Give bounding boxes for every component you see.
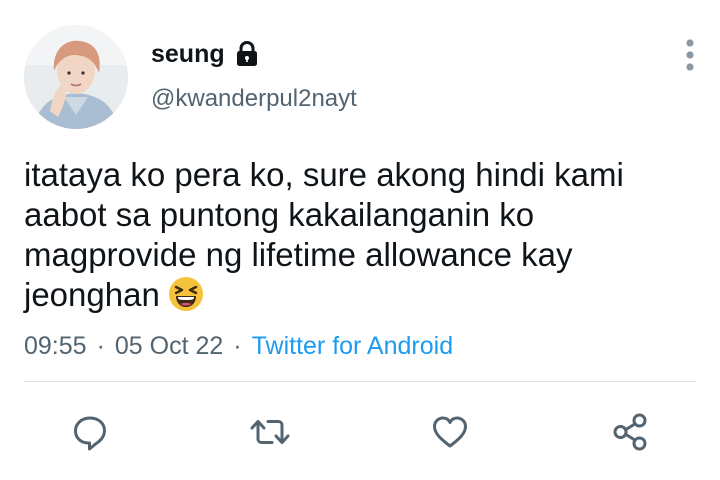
profile-photo [24,25,128,129]
tweet-time[interactable]: 09:55 [24,332,87,360]
user-handle[interactable]: @kwanderpul2nayt [151,84,357,114]
share-icon [613,413,647,451]
divider [24,381,696,382]
display-name[interactable]: seung [151,38,225,70]
tweet-text: itataya ko pera ko, sure akong hindi kam… [24,155,700,315]
retweet-button[interactable] [248,410,292,454]
avatar[interactable] [24,25,128,129]
reply-button[interactable] [68,410,112,454]
more-vertical-icon[interactable] [680,38,700,72]
reply-icon [74,416,106,451]
tweet-body: itataya ko pera ko, sure akong hindi kam… [24,156,624,313]
share-button[interactable] [608,410,652,454]
grinning-squinting-face-emoji [160,276,204,313]
user-name-row[interactable]: seung [151,38,261,70]
tweet-source-link[interactable]: Twitter for Android [252,332,453,360]
heart-icon [433,416,467,448]
tweet-date[interactable]: 05 Oct 22 [115,332,223,360]
meta-separator: · [96,332,105,360]
retweet-icon [250,420,290,444]
tweet-meta: 09:55 · 05 Oct 22 · Twitter for Android [24,330,453,362]
like-button[interactable] [428,410,472,454]
meta-separator: · [233,332,242,360]
lock-icon [233,40,261,68]
